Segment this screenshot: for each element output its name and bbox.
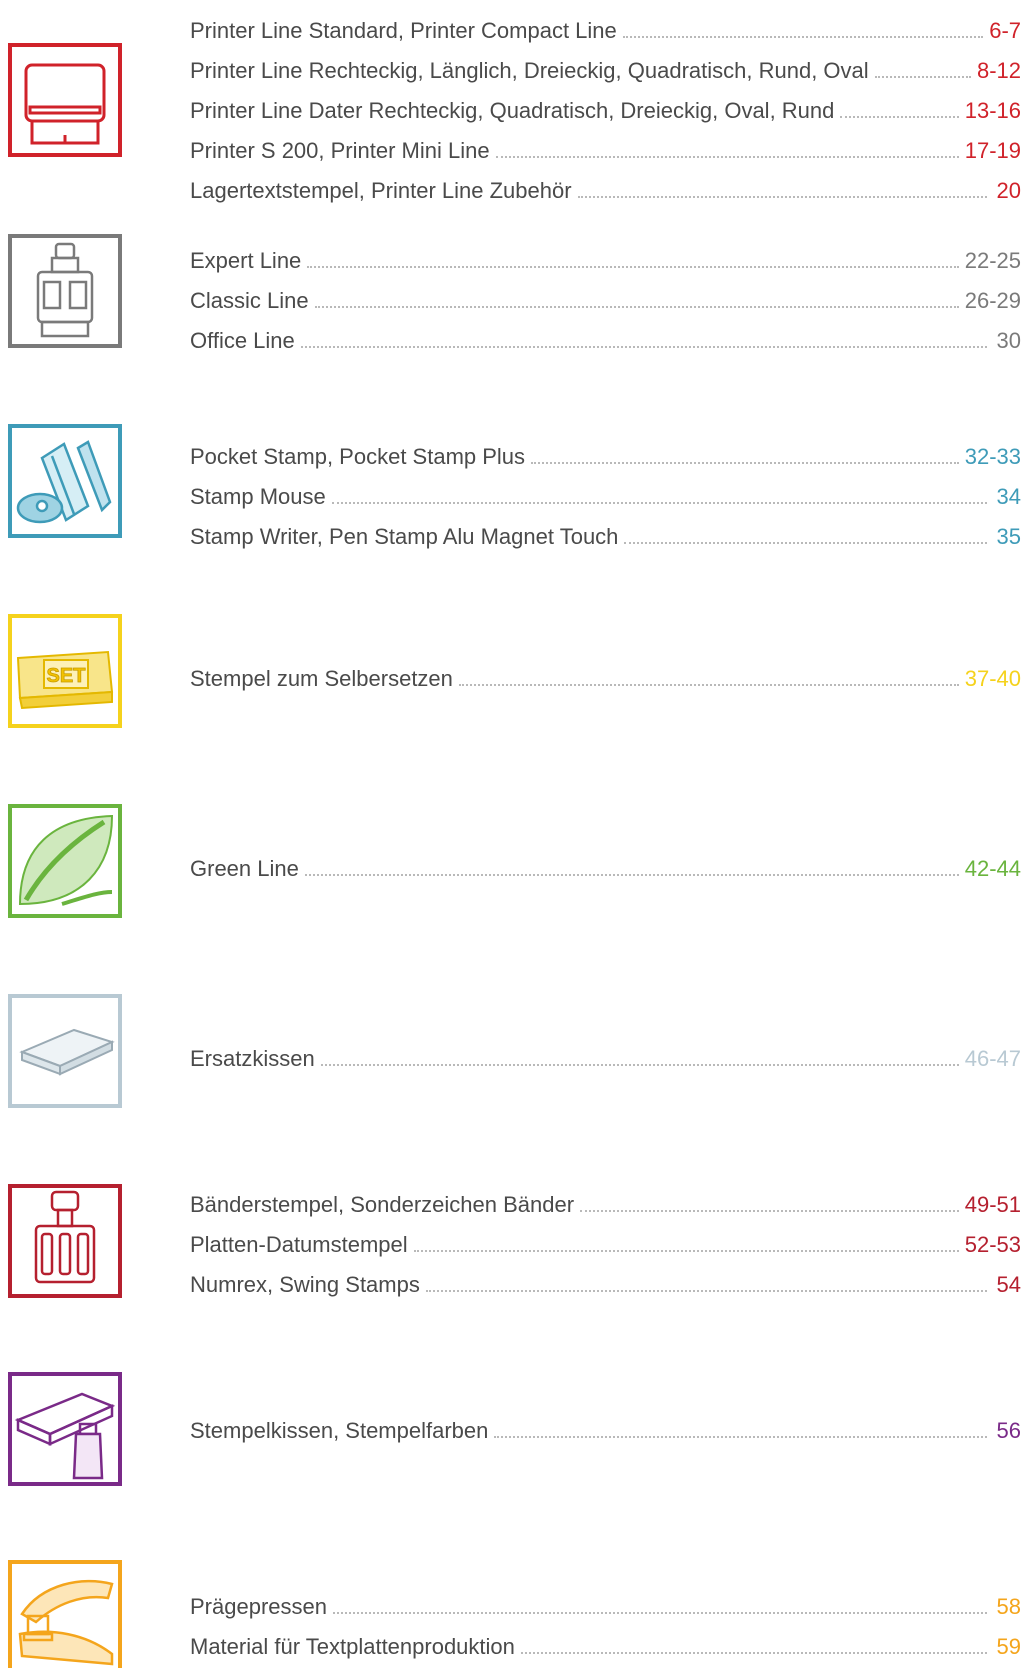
toc-entry[interactable]: Prägepressen 58	[190, 1581, 1021, 1621]
page-number: 32-33	[964, 444, 1021, 469]
set-kit-icon: SET	[8, 614, 122, 728]
band-stamp-icon	[8, 1184, 122, 1298]
page-number: 20	[996, 178, 1021, 203]
entry-title: Stamp Writer, Pen Stamp Alu Magnet Touch	[190, 524, 619, 549]
page-number: 30	[996, 328, 1021, 353]
entry-title: Office Line	[190, 328, 295, 353]
dot-leader	[577, 196, 987, 198]
leaf-icon	[8, 804, 122, 918]
dot-leader	[314, 306, 959, 308]
toc-entry[interactable]: Bänderstempel, Sonderzeichen Bänder 49-5…	[190, 1179, 1021, 1219]
entry-title: Classic Line	[190, 288, 309, 313]
page-number: 59	[996, 1634, 1021, 1659]
entry-title: Stempel zum Selbersetzen	[190, 666, 453, 691]
entry-title: Bänderstempel, Sonderzeichen Bänder	[190, 1192, 575, 1217]
catalog-index-page: { "sections": [ { "id": "printer", "icon…	[0, 0, 1034, 1668]
toc-entry[interactable]: Pocket Stamp, Pocket Stamp Plus 32-33	[190, 431, 1021, 471]
page-number: 17-19	[964, 138, 1021, 163]
page-number: 58	[996, 1594, 1021, 1619]
entry-title: Lagertextstempel, Printer Line Zubehör	[190, 178, 572, 203]
page-number: 37-40	[964, 666, 1021, 691]
dot-leader	[840, 116, 959, 118]
entry-title: Green Line	[190, 856, 299, 881]
dot-leader	[580, 1210, 959, 1212]
toc-entry[interactable]: Material für Textplattenproduktion 59	[190, 1621, 1021, 1661]
toc-entry[interactable]: Classic Line 26-29	[190, 275, 1021, 315]
page-number: 26-29	[964, 288, 1021, 313]
toc-entry[interactable]: Printer S 200, Printer Mini Line 17-19	[190, 125, 1021, 165]
toc-entry[interactable]: Numrex, Swing Stamps 54	[190, 1259, 1021, 1299]
page-number: 54	[996, 1272, 1021, 1297]
entry-title: Stamp Mouse	[190, 484, 326, 509]
page-number: 22-25	[964, 248, 1021, 273]
toc-entry[interactable]: Stempelkissen, Stempelfarben 56	[190, 1405, 1021, 1445]
page-number: 42-44	[964, 856, 1021, 881]
page-number: 49-51	[964, 1192, 1021, 1217]
dot-leader	[874, 76, 971, 78]
toc-entry[interactable]: Stempel zum Selbersetzen 37-40	[190, 653, 1021, 693]
page-number: 8-12	[976, 58, 1021, 83]
page-number: 52-53	[964, 1232, 1021, 1257]
dot-leader	[425, 1290, 987, 1292]
entry-title: Expert Line	[190, 248, 302, 273]
ink-pad-bottle-icon	[8, 1372, 122, 1486]
entry-title: Printer Line Rechteckig, Länglich, Dreie…	[190, 58, 869, 83]
embosser-icon	[8, 1560, 122, 1668]
dot-leader	[413, 1250, 959, 1252]
entry-title: Ersatzkissen	[190, 1046, 315, 1071]
dot-leader	[458, 684, 959, 686]
toc-entry[interactable]: Platten-Datumstempel 52-53	[190, 1219, 1021, 1259]
entry-title: Printer Line Dater Rechteckig, Quadratis…	[190, 98, 835, 123]
dot-leader	[622, 36, 984, 38]
entry-title: Numrex, Swing Stamps	[190, 1272, 420, 1297]
entry-title: Printer S 200, Printer Mini Line	[190, 138, 490, 163]
toc-entry[interactable]: Stamp Writer, Pen Stamp Alu Magnet Touch…	[190, 511, 1021, 551]
entry-title: Printer Line Standard, Printer Compact L…	[190, 18, 617, 43]
dater-stamp-icon	[8, 234, 122, 348]
toc-entry[interactable]: Ersatzkissen 46-47	[190, 1033, 1021, 1073]
page-number: 56	[996, 1418, 1021, 1443]
set-icon-text: SET	[47, 665, 86, 687]
dot-leader	[332, 1612, 987, 1614]
page-number: 34	[996, 484, 1021, 509]
page-number: 46-47	[964, 1046, 1021, 1071]
toc-entry[interactable]: Green Line 42-44	[190, 843, 1021, 883]
toc-entry[interactable]: Expert Line 22-25	[190, 235, 1021, 275]
page-number: 35	[996, 524, 1021, 549]
toc-entry[interactable]: Printer Line Standard, Printer Compact L…	[190, 5, 1021, 45]
replacement-pad-icon	[8, 994, 122, 1108]
dot-leader	[531, 462, 959, 464]
pocket-stamp-pen-icon	[8, 424, 122, 538]
toc-entry[interactable]: Stamp Mouse 34	[190, 471, 1021, 511]
dot-leader	[304, 874, 959, 876]
dot-leader	[624, 542, 987, 544]
toc-entry[interactable]: Printer Line Rechteckig, Länglich, Dreie…	[190, 45, 1021, 85]
self-inking-stamp-icon	[8, 43, 122, 157]
page-number: 6-7	[989, 18, 1021, 43]
toc-entry[interactable]: Lagertextstempel, Printer Line Zubehör 2…	[190, 165, 1021, 205]
dot-leader	[520, 1652, 987, 1654]
entry-title: Pocket Stamp, Pocket Stamp Plus	[190, 444, 526, 469]
dot-leader	[320, 1064, 959, 1066]
page-number: 13-16	[964, 98, 1021, 123]
entry-title: Material für Textplattenproduktion	[190, 1634, 515, 1659]
toc-entry[interactable]: Printer Line Dater Rechteckig, Quadratis…	[190, 85, 1021, 125]
dot-leader	[307, 266, 959, 268]
dot-leader	[495, 156, 959, 158]
dot-leader	[494, 1436, 987, 1438]
entry-title: Platten-Datumstempel	[190, 1232, 408, 1257]
dot-leader	[300, 346, 987, 348]
entry-title: Stempelkissen, Stempelfarben	[190, 1418, 489, 1443]
dot-leader	[331, 502, 987, 504]
toc-entry[interactable]: Office Line 30	[190, 315, 1021, 355]
entry-title: Prägepressen	[190, 1594, 327, 1619]
